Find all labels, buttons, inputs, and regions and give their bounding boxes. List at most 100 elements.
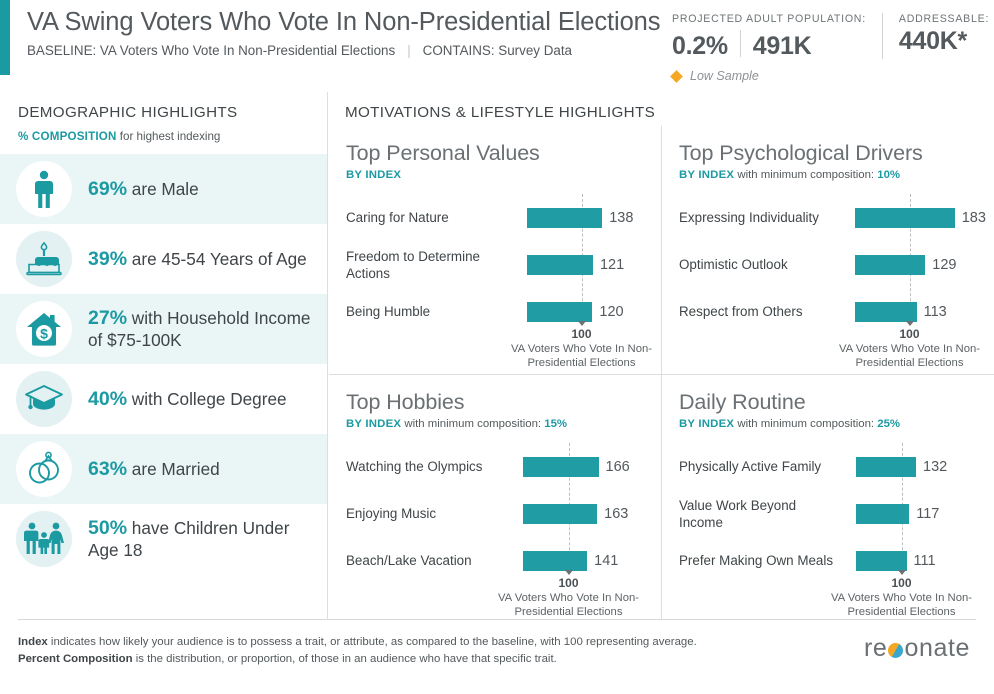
baseline-caption: VA Voters Who Vote In Non-Presidential E… (807, 591, 994, 619)
demographic-percent: 50% (88, 517, 127, 539)
chart-subtitle-rest: with minimum composition: (401, 418, 544, 430)
bar-value-label: 120 (599, 304, 623, 320)
demographic-description: are Married (127, 459, 220, 479)
sidebar-title: DEMOGRAPHIC HIGHLIGHTS (18, 104, 327, 121)
header-accent-bar (0, 0, 10, 75)
index-bar (527, 208, 602, 228)
chart-subtitle-threshold: 25% (877, 418, 900, 430)
baseline-arrow-icon (906, 321, 914, 326)
bar-category-label: Optimistic Outlook (679, 256, 841, 273)
demographic-row: 63% are Married (0, 434, 327, 504)
logo-circle-icon (888, 643, 903, 658)
subtitle-separator: | (395, 43, 422, 58)
bar-category-label: Being Humble (346, 303, 514, 320)
bar-category-label: Watching the Olympics (346, 458, 510, 475)
bar-value-label: 132 (923, 459, 947, 475)
footnote-composition-desc: is the distribution, or proportion, of t… (133, 653, 557, 665)
page-title: VA Swing Voters Who Vote In Non-Presiden… (27, 6, 660, 38)
footnote-index-term: Index (18, 636, 48, 648)
chart-title: Top Personal Values (346, 140, 645, 166)
demographic-highlights-panel: DEMOGRAPHIC HIGHLIGHTS % COMPOSITION for… (0, 92, 328, 619)
chart-bar-row: Enjoying Music163 (346, 490, 645, 537)
index-bar (855, 255, 925, 275)
family-icon (16, 511, 72, 567)
bar-value-label: 121 (600, 257, 624, 273)
chart-subtitle: BY INDEX with minimum composition: 10% (679, 169, 978, 181)
projected-population-count: 491K (753, 32, 812, 61)
bar-and-value: 121 (527, 241, 624, 288)
index-bar (527, 255, 593, 275)
quadrant-inner: Top Hobbies BY INDEX with minimum composi… (329, 375, 661, 584)
footnote-composition-term: Percent Composition (18, 653, 133, 665)
baseline-label: BASELINE: VA Voters Who Vote In Non-Pres… (27, 43, 395, 58)
baseline-value-label: 100 (850, 327, 970, 341)
main-panel-title: MOTIVATIONS & LIFESTYLE HIGHLIGHTS (345, 104, 655, 121)
chart-bar-row: Freedom to Determine Actions121 (346, 241, 645, 288)
index-bar (856, 457, 916, 477)
baseline-axis-marker: 100VA Voters Who Vote In Non-Presidentia… (522, 321, 642, 370)
quadrant-inner: Top Personal ValuesBY INDEXCaring for Na… (329, 126, 661, 335)
index-bar (527, 302, 592, 322)
sidebar-header: DEMOGRAPHIC HIGHLIGHTS % COMPOSITION for… (0, 92, 327, 143)
house-dollar-icon: $ (16, 301, 72, 357)
chart-title: Top Psychological Drivers (679, 140, 978, 166)
bar-value-label: 129 (932, 257, 956, 273)
index-bar-chart: Watching the Olympics166Enjoying Music16… (346, 443, 645, 584)
footnote-index-desc: indicates how likely your audience is to… (48, 636, 697, 648)
chart-bar-row: Caring for Nature138 (346, 194, 645, 241)
header-stats: PROJECTED ADULT POPULATION: 0.2% 491K Lo… (672, 13, 989, 83)
quadrant-daily-routine: Daily RoutineBY INDEX with minimum compo… (661, 374, 994, 619)
demographic-percent: 40% (88, 388, 127, 410)
footnote-text: Index indicates how likely your audience… (18, 620, 976, 668)
projected-population-values: 0.2% 491K (672, 27, 866, 61)
stat-inner-divider (740, 30, 741, 57)
low-sample-label: Low Sample (690, 69, 759, 83)
baseline-value-label: 100 (842, 576, 962, 590)
demographic-description: are 45-54 Years of Age (127, 249, 307, 269)
bar-value-label: 141 (594, 553, 618, 569)
demographic-percent: 27% (88, 307, 127, 329)
index-bar (523, 457, 599, 477)
chart-title: Top Hobbies (346, 389, 645, 415)
index-bar-chart: Caring for Nature138Freedom to Determine… (346, 194, 645, 335)
chart-bar-row: Physically Active Family132 (679, 443, 978, 490)
demographic-stat-text: 50% have Children Under Age 18 (88, 517, 313, 561)
chart-subtitle-metric: BY INDEX (679, 169, 734, 181)
logo-text-prefix: re (864, 634, 887, 663)
quadrant-inner: Top Psychological Drivers BY INDEX with m… (662, 126, 994, 335)
baseline-axis-marker: 100VA Voters Who Vote In Non-Presidentia… (842, 570, 962, 619)
chart-subtitle-metric: BY INDEX (346, 418, 401, 430)
baseline-axis-marker: 100VA Voters Who Vote In Non-Presidentia… (509, 570, 629, 619)
bar-category-label: Enjoying Music (346, 505, 510, 522)
baseline-value-label: 100 (522, 327, 642, 341)
demographic-stat-text: 27% with Household Income of $75-100K (88, 307, 313, 351)
demographic-stat-text: 40% with College Degree (88, 388, 287, 410)
chart-subtitle: BY INDEX with minimum composition: 15% (346, 418, 645, 430)
addressable-values: 440K* (899, 27, 989, 56)
chart-subtitle-metric: BY INDEX (679, 418, 734, 430)
chart-bar-row: Watching the Olympics166 (346, 443, 645, 490)
bar-category-label: Beach/Lake Vacation (346, 552, 510, 569)
demographic-row: 39% are 45-54 Years of Age (0, 224, 327, 294)
chart-bar-row: Value Work Beyond Income 117 (679, 490, 978, 537)
index-bar (855, 208, 955, 228)
baseline-arrow-icon (565, 570, 573, 575)
sidebar-subtitle: % COMPOSITION for highest indexing (18, 130, 327, 143)
addressable-stat: ADDRESSABLE: 440K* (899, 13, 989, 56)
footnote-line-composition: Percent Composition is the distribution,… (18, 651, 976, 668)
bar-value-label: 117 (916, 506, 939, 522)
bar-value-label: 111 (914, 553, 936, 569)
motivations-lifestyle-panel: MOTIVATIONS & LIFESTYLE HIGHLIGHTS Top P… (329, 92, 994, 619)
demographic-row: 69% are Male (0, 154, 327, 224)
logo-text-suffix: onate (904, 634, 970, 663)
bar-category-label: Value Work Beyond Income (679, 497, 843, 531)
bar-value-label: 183 (962, 210, 986, 226)
diamond-icon (670, 70, 683, 83)
baseline-caption: VA Voters Who Vote In Non-Presidential E… (474, 591, 664, 619)
baseline-caption: VA Voters Who Vote In Non-Presidential E… (487, 342, 677, 370)
index-bar (523, 551, 587, 571)
bar-and-value: 117 (856, 490, 939, 537)
bar-category-label: Prefer Making Own Meals (679, 552, 843, 569)
bar-and-value: 183 (855, 194, 986, 241)
sidebar-subtitle-rest: for highest indexing (117, 130, 221, 143)
